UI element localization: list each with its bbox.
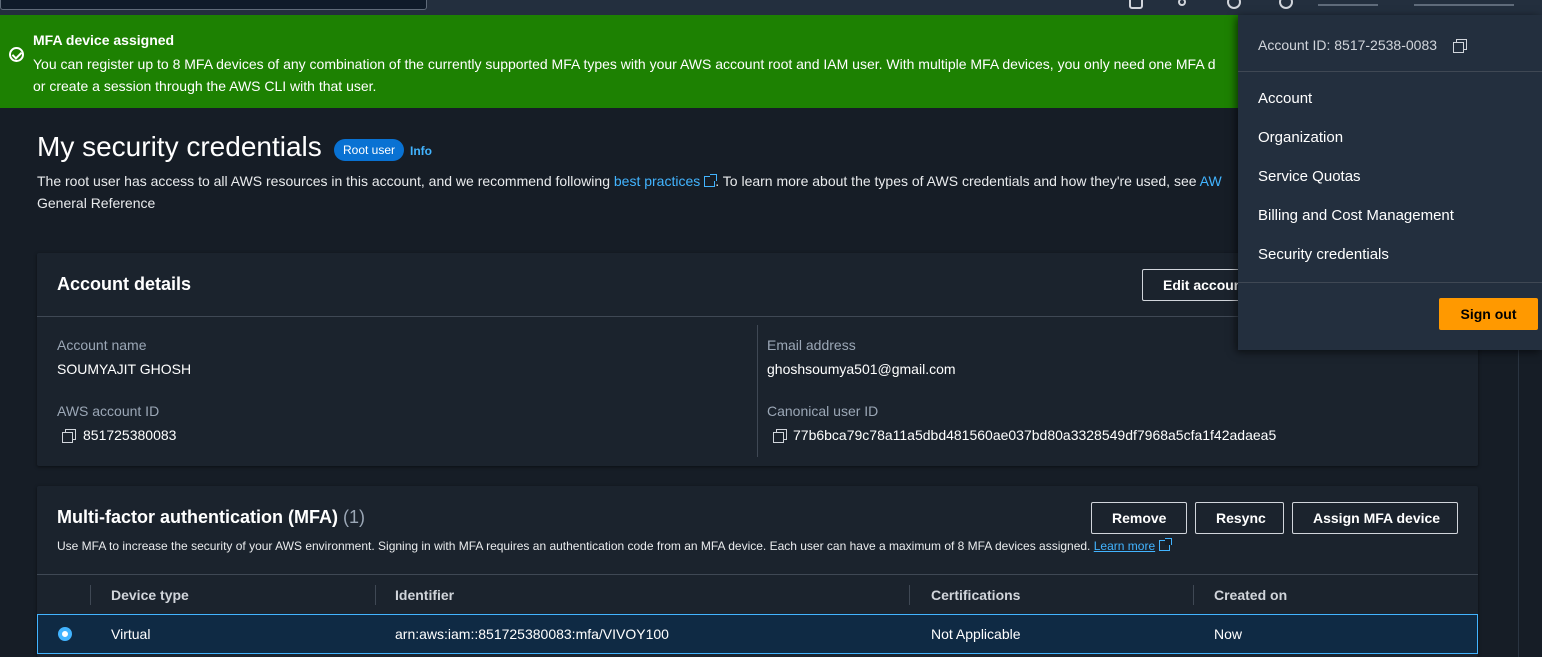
device-type-cell: Virtual <box>111 626 151 642</box>
cloudshell-icon[interactable] <box>1129 0 1143 9</box>
success-check-icon <box>9 47 24 62</box>
info-link[interactable]: Info <box>410 144 432 158</box>
aws-reference-link[interactable]: AW <box>1200 173 1222 189</box>
mfa-container: Multi-factor authentication (MFA) (1) Re… <box>37 486 1478 657</box>
mfa-description: Use MFA to increase the security of your… <box>57 538 1173 553</box>
search-input[interactable] <box>0 0 427 10</box>
menu-item-security-credentials[interactable]: Security credentials <box>1258 246 1389 263</box>
notifications-icon[interactable] <box>1178 0 1186 6</box>
page-description: The root user has access to all AWS reso… <box>37 170 1237 214</box>
menu-item-billing[interactable]: Billing and Cost Management <box>1258 207 1454 224</box>
region-menu-placeholder[interactable] <box>1318 4 1378 6</box>
assign-mfa-device-button[interactable]: Assign MFA device <box>1292 502 1458 534</box>
menu-divider <box>1238 282 1542 283</box>
account-dropdown-menu: Account ID: 8517-2538-0083 Account Organ… <box>1238 15 1542 350</box>
intro-text: The root user has access to all AWS reso… <box>37 173 614 189</box>
external-link-icon <box>704 174 718 187</box>
account-id-label: AWS account ID <box>57 403 160 419</box>
canonical-id-value: 77b6bca79c78a11a5dbd481560ae037bd80a3328… <box>793 427 1277 443</box>
mfa-table-header: Device type Identifier Certifications Cr… <box>37 574 1478 614</box>
certifications-cell: Not Applicable <box>931 626 1021 642</box>
dropdown-account-id: Account ID: 8517-2538-0083 <box>1258 37 1438 53</box>
page-title: My security credentials <box>37 131 322 162</box>
column-separator <box>909 585 910 605</box>
intro-text-2: . To learn more about the types of AWS c… <box>715 173 1200 189</box>
account-id-value: 851725380083 <box>83 427 177 443</box>
mfa-title-text: Multi-factor authentication (MFA) <box>57 507 338 527</box>
column-header-created-on[interactable]: Created on <box>1214 575 1287 615</box>
column-separator <box>90 585 91 605</box>
resync-button[interactable]: Resync <box>1195 502 1284 534</box>
copy-icon[interactable] <box>62 429 76 443</box>
column-separator <box>375 585 376 605</box>
canonical-id-label: Canonical user ID <box>767 403 879 419</box>
mfa-description-text: Use MFA to increase the security of your… <box>57 539 1091 553</box>
created-on-cell: Now <box>1214 626 1243 642</box>
column-header-certifications[interactable]: Certifications <box>931 575 1020 615</box>
account-name-value: SOUMYAJIT GHOSH <box>57 361 192 377</box>
flash-title: MFA device assigned <box>33 32 175 48</box>
external-link-icon <box>1159 538 1173 551</box>
copy-icon[interactable] <box>1453 39 1467 53</box>
email-value: ghoshsoumya501@gmail.com <box>767 361 956 377</box>
menu-item-organization[interactable]: Organization <box>1258 129 1343 146</box>
flash-message-line1: You can register up to 8 MFA devices of … <box>33 56 1216 72</box>
remove-button[interactable]: Remove <box>1091 502 1187 534</box>
table-row[interactable]: Virtual arn:aws:iam::851725380083:mfa/VI… <box>37 614 1478 654</box>
mfa-title: Multi-factor authentication (MFA) (1) <box>57 507 365 528</box>
account-menu-placeholder[interactable] <box>1414 4 1514 6</box>
column-separator <box>1193 585 1194 605</box>
copy-icon[interactable] <box>773 429 787 443</box>
mfa-device-count: (1) <box>343 507 365 527</box>
flash-message-line2: or create a session through the AWS CLI … <box>33 78 377 94</box>
help-icon[interactable] <box>1227 0 1241 9</box>
account-details-title: Account details <box>57 274 192 294</box>
column-header-device-type[interactable]: Device type <box>111 575 189 615</box>
column-header-identifier[interactable]: Identifier <box>395 575 454 615</box>
intro-text-3: General Reference <box>37 195 156 211</box>
learn-more-link[interactable]: Learn more <box>1094 539 1155 553</box>
account-name-label: Account name <box>57 337 147 353</box>
sign-out-button[interactable]: Sign out <box>1439 298 1538 330</box>
flash-message: You can register up to 8 MFA devices of … <box>33 53 1233 97</box>
menu-divider <box>1238 71 1542 72</box>
best-practices-link[interactable]: best practices <box>614 173 700 189</box>
identifier-cell: arn:aws:iam::851725380083:mfa/VIVOY100 <box>395 626 669 642</box>
menu-item-account[interactable]: Account <box>1258 90 1312 107</box>
radio-selected-icon[interactable] <box>58 627 72 641</box>
column-divider <box>757 325 758 457</box>
root-user-badge: Root user <box>334 139 405 161</box>
menu-item-service-quotas[interactable]: Service Quotas <box>1258 168 1361 185</box>
settings-gear-icon[interactable] <box>1279 0 1293 9</box>
top-navigation <box>0 0 1542 15</box>
email-label: Email address <box>767 337 856 353</box>
